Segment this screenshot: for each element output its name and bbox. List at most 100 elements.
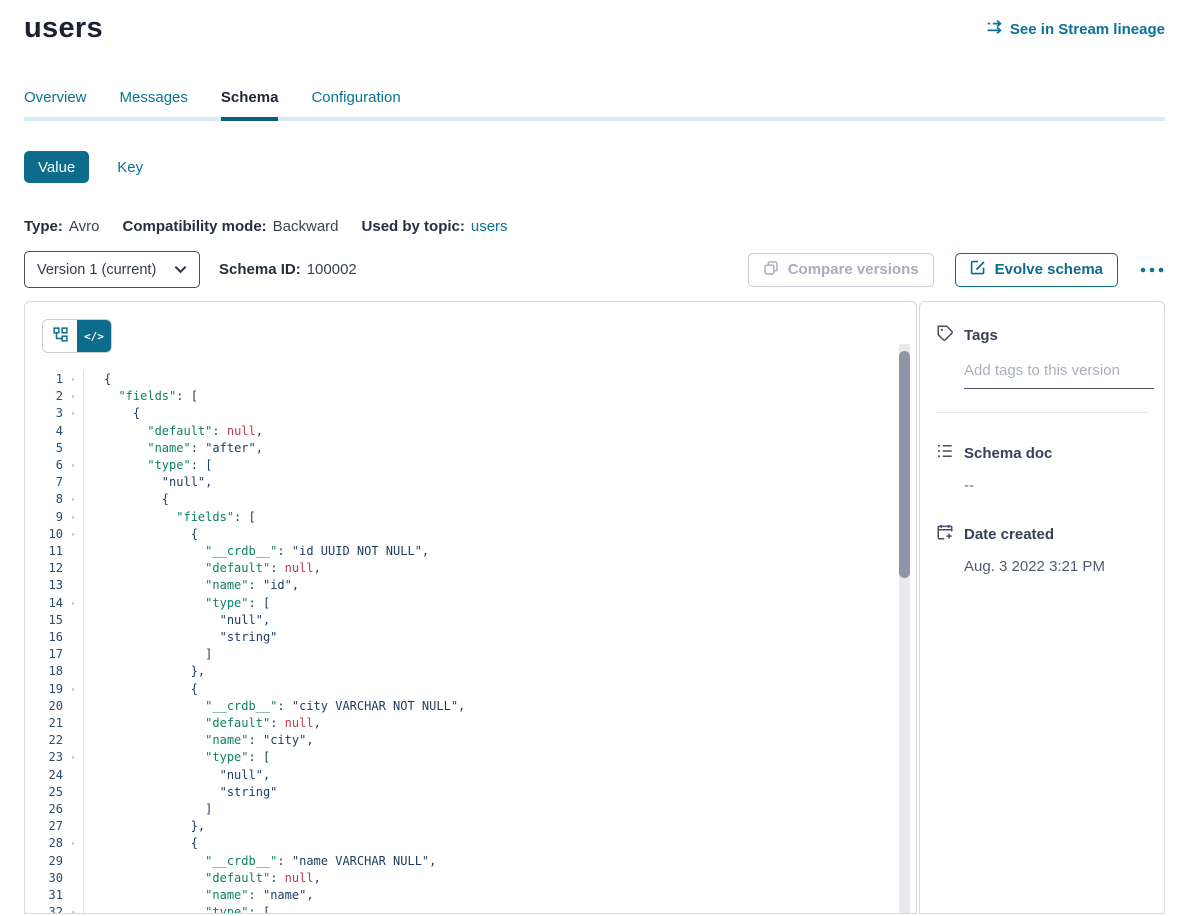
schema-json-code: 1▾{2▾ "fields": [3▾ {4 "default": null,5… [25, 371, 894, 914]
line-number: 7 [25, 474, 63, 491]
used-by-topic-link[interactable]: users [471, 218, 508, 235]
schema-doc-title: Schema doc [964, 445, 1052, 462]
meta-item: Type:Avro [24, 218, 99, 235]
fold-gutter [63, 440, 84, 457]
fold-gutter [63, 801, 84, 818]
fold-triangle-icon[interactable]: ▾ [63, 595, 84, 612]
schema-part-toggle: Value Key [24, 151, 1165, 183]
fold-gutter [63, 474, 84, 491]
schema-page: users See in Stream lineage Overview Mess… [0, 0, 1189, 916]
code-text: "name": "name", [84, 887, 314, 904]
fold-gutter [63, 543, 84, 560]
line-number: 13 [25, 577, 63, 594]
code-line: 24 "null", [25, 767, 894, 784]
code-scrollbar-track[interactable] [899, 344, 910, 913]
code-line: 28▾ { [25, 835, 894, 852]
value-toggle-button[interactable]: Value [24, 151, 89, 183]
code-line: 18 }, [25, 663, 894, 680]
compare-versions-icon [763, 260, 779, 280]
see-in-stream-lineage-link[interactable]: See in Stream lineage [986, 19, 1165, 39]
code-text: "fields": [ [84, 509, 256, 526]
fold-triangle-icon[interactable]: ▾ [63, 904, 84, 914]
schema-code-panel: </> 1▾{2▾ "fields": [3▾ {4 "default": nu… [24, 301, 917, 914]
version-actions: Compare versions Evolve schema [748, 253, 1165, 287]
version-select[interactable]: Version 1 (current) [24, 251, 200, 288]
fold-gutter [63, 818, 84, 835]
compare-versions-button[interactable]: Compare versions [748, 253, 934, 287]
schema-doc-icon [936, 442, 954, 464]
fold-triangle-icon[interactable]: ▾ [63, 491, 84, 508]
line-number: 28 [25, 835, 63, 852]
fold-triangle-icon[interactable]: ▾ [63, 835, 84, 852]
evolve-schema-button[interactable]: Evolve schema [955, 253, 1118, 287]
fold-triangle-icon[interactable]: ▾ [63, 526, 84, 543]
line-number: 3 [25, 405, 63, 422]
code-line: 32▾ "type": [ [25, 904, 894, 914]
version-select-value: Version 1 (current) [37, 262, 156, 278]
line-number: 16 [25, 629, 63, 646]
fold-triangle-icon[interactable]: ▾ [63, 457, 84, 474]
code-line: 14▾ "type": [ [25, 595, 894, 612]
code-line: 1▾{ [25, 371, 894, 388]
evolve-schema-icon [970, 260, 986, 280]
code-text: "type": [ [84, 904, 270, 914]
tree-view-button[interactable] [43, 320, 77, 352]
fold-gutter [63, 698, 84, 715]
date-created-section: Date created Aug. 3 2022 3:21 PM [936, 523, 1148, 575]
tab-overview[interactable]: Overview [24, 89, 87, 121]
code-text: { [84, 835, 198, 852]
fold-gutter [63, 577, 84, 594]
page-header: users See in Stream lineage [24, 0, 1165, 45]
line-number: 9 [25, 509, 63, 526]
code-line: 20 "__crdb__": "city VARCHAR NOT NULL", [25, 698, 894, 715]
fold-triangle-icon[interactable]: ▾ [63, 405, 84, 422]
add-tags-input[interactable] [964, 362, 1154, 389]
code-text: "name": "id", [84, 577, 299, 594]
code-text: { [84, 405, 140, 422]
chevron-down-icon [174, 262, 187, 278]
tab-configuration[interactable]: Configuration [311, 89, 400, 121]
code-line: 16 "string" [25, 629, 894, 646]
more-actions-icon [1139, 262, 1165, 277]
code-text: "name": "after", [84, 440, 263, 457]
date-created-value: Aug. 3 2022 3:21 PM [964, 558, 1148, 575]
tab-messages[interactable]: Messages [120, 89, 188, 121]
code-line: 31 "name": "name", [25, 887, 894, 904]
code-line: 9▾ "fields": [ [25, 509, 894, 526]
code-text: "null", [84, 474, 212, 491]
tab-schema[interactable]: Schema [221, 89, 279, 121]
more-actions-button[interactable] [1139, 262, 1165, 277]
code-text: "default": null, [84, 870, 321, 887]
schema-doc-section: Schema doc -- [936, 442, 1148, 494]
fold-triangle-icon[interactable]: ▾ [63, 749, 84, 766]
meta-item: Used by topic:users [362, 218, 508, 235]
evolve-schema-label: Evolve schema [995, 261, 1103, 278]
fold-gutter [63, 629, 84, 646]
line-number: 8 [25, 491, 63, 508]
code-line: 4 "default": null, [25, 423, 894, 440]
code-view-button[interactable]: </> [77, 320, 111, 352]
code-line: 11 "__crdb__": "id UUID NOT NULL", [25, 543, 894, 560]
key-toggle-button[interactable]: Key [117, 159, 143, 176]
fold-triangle-icon[interactable]: ▾ [63, 371, 84, 388]
line-number: 4 [25, 423, 63, 440]
tags-section: Tags [936, 324, 1148, 413]
fold-triangle-icon[interactable]: ▾ [63, 681, 84, 698]
code-line: 8▾ { [25, 491, 894, 508]
main-content: </> 1▾{2▾ "fields": [3▾ {4 "default": nu… [24, 301, 1165, 914]
line-number: 5 [25, 440, 63, 457]
code-text: { [84, 491, 169, 508]
meta-value: Avro [69, 218, 100, 235]
line-number: 32 [25, 904, 63, 914]
line-number: 26 [25, 801, 63, 818]
code-line: 17 ] [25, 646, 894, 663]
fold-triangle-icon[interactable]: ▾ [63, 388, 84, 405]
line-number: 18 [25, 663, 63, 680]
fold-triangle-icon[interactable]: ▾ [63, 509, 84, 526]
tree-view-icon [53, 327, 68, 345]
date-created-icon [936, 523, 954, 545]
date-created-header: Date created [936, 523, 1148, 545]
line-number: 21 [25, 715, 63, 732]
code-scrollbar-thumb[interactable] [899, 351, 910, 578]
fold-gutter [63, 646, 84, 663]
